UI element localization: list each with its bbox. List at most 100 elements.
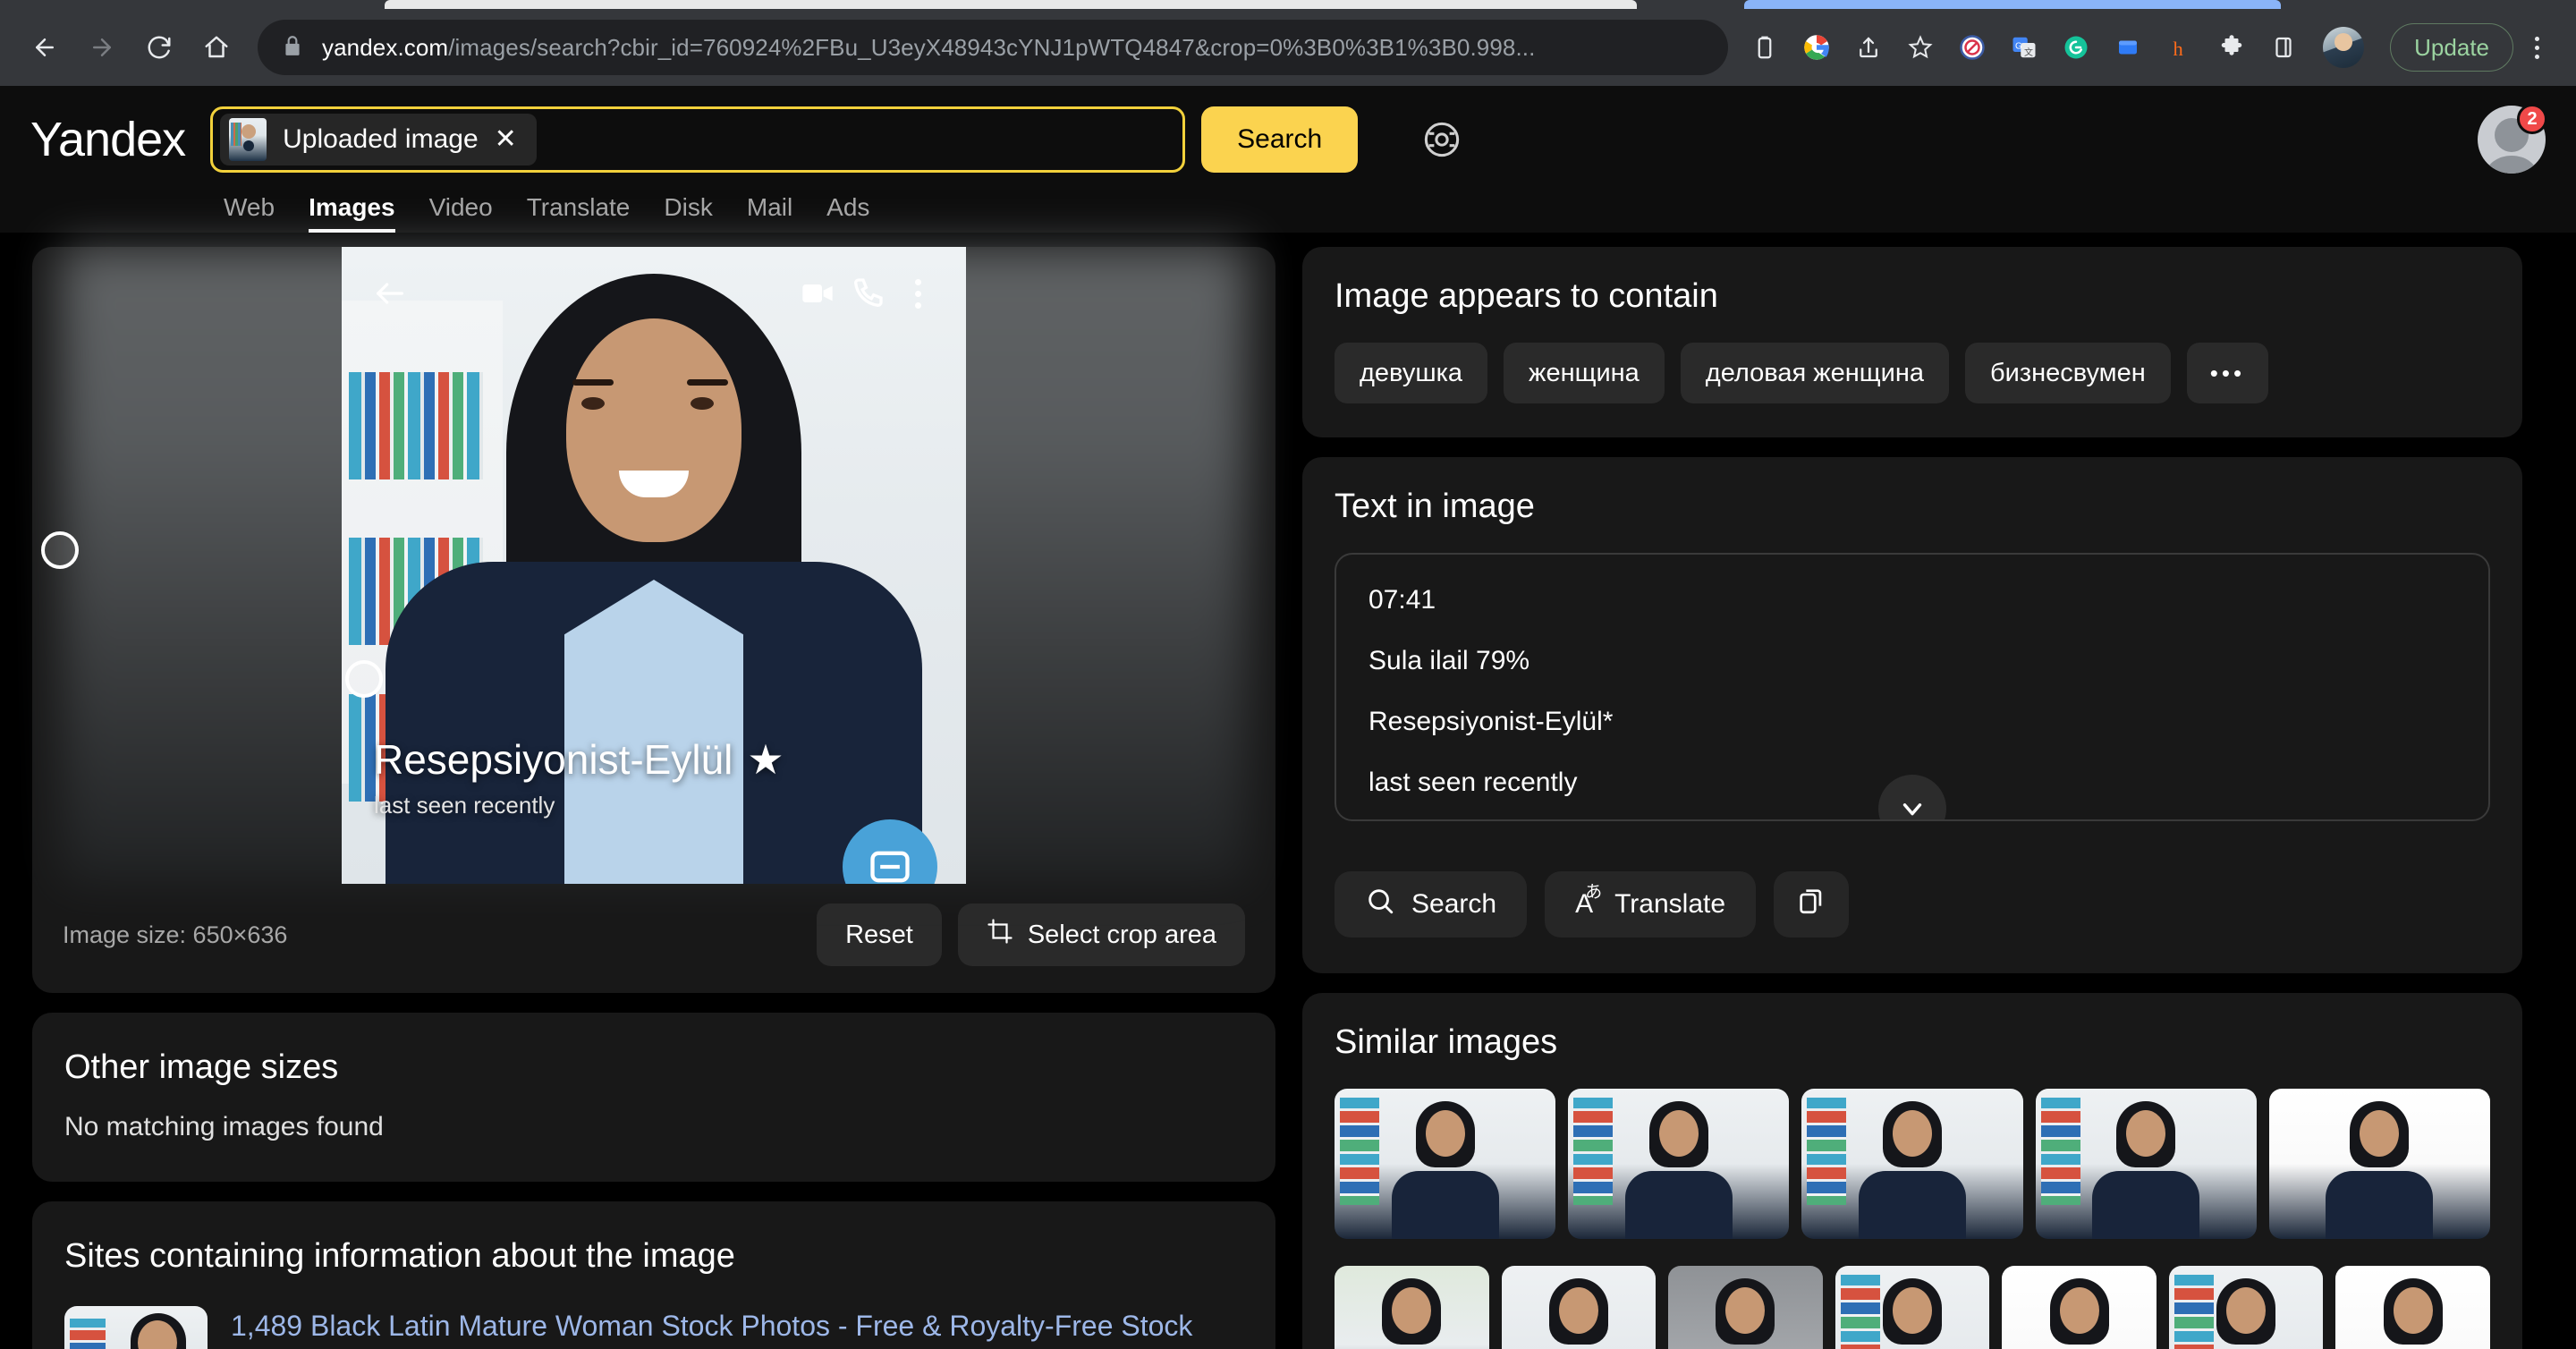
- crop-icon: [987, 918, 1013, 952]
- yandex-nav-tabs: Web Images Video Translate Disk Mail Ads: [0, 174, 2576, 233]
- right-column: Image appears to contain девушка женщина…: [1302, 247, 2522, 1349]
- list-item[interactable]: 800×533 1,489 Black Latin Mature Woman S…: [64, 1306, 1243, 1349]
- forward-button[interactable]: [77, 22, 127, 72]
- search-text-button[interactable]: Search: [1335, 871, 1528, 938]
- yandex-account-button[interactable]: 2: [2478, 104, 2547, 174]
- star-icon: ★: [747, 736, 784, 783]
- tab-ads[interactable]: Ads: [826, 193, 869, 233]
- tab-strip[interactable]: [0, 0, 2576, 9]
- similar-images-title: Similar images: [1335, 1023, 1558, 1061]
- tab-web[interactable]: Web: [224, 193, 275, 233]
- translate-icon: Aあ: [1575, 883, 1603, 919]
- image-size-label: Image size: 650×636: [63, 921, 288, 948]
- share-icon[interactable]: [1844, 23, 1893, 72]
- tag-delovaya-zhenshchina[interactable]: деловая женщина: [1680, 343, 1949, 403]
- text-in-image-title: Text in image: [1335, 488, 1535, 525]
- honey-icon[interactable]: h: [2156, 23, 2204, 72]
- url-path: /images/search?cbir_id=760924%2FBu_U3eyX…: [448, 33, 1536, 61]
- contact-name: Resepsiyonist-Eylül ★: [374, 735, 784, 784]
- tab-mail[interactable]: Mail: [747, 193, 792, 233]
- blue-square-extension-icon[interactable]: [2104, 23, 2152, 72]
- search-input[interactable]: Uploaded image ✕: [210, 106, 1186, 173]
- browser-chrome: yandex.com/images/search?cbir_id=760924%…: [0, 0, 2576, 86]
- site-title-link[interactable]: 1,489 Black Latin Mature Woman Stock Pho…: [231, 1306, 1243, 1349]
- google-translate-icon[interactable]: G文: [2000, 23, 2048, 72]
- search-button[interactable]: Search: [1201, 106, 1359, 173]
- tab-translate[interactable]: Translate: [527, 193, 631, 233]
- phone-call-icon[interactable]: [843, 268, 893, 318]
- uploaded-image[interactable]: Resepsiyonist-Eylül ★ last seen recently: [342, 247, 966, 884]
- similar-image-thumb[interactable]: [2035, 1089, 2257, 1239]
- adblock-icon[interactable]: [1948, 23, 1996, 72]
- tab-images[interactable]: Images: [309, 193, 395, 233]
- tab-disk[interactable]: Disk: [664, 193, 712, 233]
- site-thumbnail[interactable]: 800×533: [64, 1306, 208, 1349]
- reload-button[interactable]: [134, 22, 184, 72]
- select-crop-area-button[interactable]: Select crop area: [957, 904, 1245, 966]
- similar-image-thumb[interactable]: [1568, 1089, 1790, 1239]
- text-in-image-box[interactable]: 07:41 Sula ilail 79% Resepsiyonist-Eylül…: [1335, 553, 2490, 821]
- contact-status: last seen recently: [374, 792, 555, 819]
- video-camera-icon[interactable]: [792, 268, 843, 318]
- similar-images-row-2: alamy: [1335, 1266, 2491, 1349]
- toolbar-icons: G文 h Update: [1741, 15, 2556, 80]
- camera-search-icon[interactable]: [1413, 111, 1470, 168]
- profile-avatar-button[interactable]: [2311, 15, 2376, 80]
- similar-image-thumb[interactable]: [1801, 1089, 2023, 1239]
- crop-handle-left[interactable]: [41, 531, 79, 569]
- subject-face: [566, 318, 741, 542]
- side-panel-icon[interactable]: [2259, 23, 2308, 72]
- similar-image-thumb[interactable]: [1335, 1089, 1556, 1239]
- copy-text-button[interactable]: [1774, 871, 1850, 938]
- similar-image-thumb[interactable]: [2335, 1266, 2491, 1349]
- yandex-logo[interactable]: Yandex: [30, 112, 186, 167]
- update-label: Update: [2414, 33, 2489, 61]
- puzzle-extensions-icon[interactable]: [2207, 23, 2256, 72]
- tab-video[interactable]: Video: [429, 193, 493, 233]
- update-button[interactable]: Update: [2390, 23, 2513, 72]
- text-line-time: 07:41: [1368, 585, 1436, 615]
- tag-devushka[interactable]: девушка: [1335, 343, 1488, 403]
- image-preview-card: Resepsiyonist-Eylül ★ last seen recently…: [32, 247, 1275, 993]
- similar-image-thumb[interactable]: alamy: [2168, 1266, 2324, 1349]
- crop-handle-center[interactable]: [345, 660, 383, 698]
- subject-shirt: [564, 580, 743, 884]
- reset-button[interactable]: Reset: [817, 904, 942, 966]
- bookmark-star-icon[interactable]: [1896, 23, 1945, 72]
- similar-image-thumb[interactable]: [1335, 1266, 1489, 1349]
- uploaded-image-thumbnail: [229, 118, 267, 161]
- tag-zhenshchina[interactable]: женщина: [1504, 343, 1665, 403]
- url-text: yandex.com/images/search?cbir_id=760924%…: [322, 34, 1535, 62]
- more-tags-button[interactable]: •••: [2186, 343, 2269, 403]
- back-button[interactable]: [20, 22, 70, 72]
- address-bar[interactable]: yandex.com/images/search?cbir_id=760924%…: [258, 20, 1729, 75]
- similar-image-thumb[interactable]: [2268, 1089, 2491, 1239]
- uploaded-image-label: Uploaded image: [283, 124, 479, 154]
- translate-text-button[interactable]: Aあ Translate: [1545, 871, 1757, 938]
- search-button-label: Search: [1237, 124, 1323, 154]
- uploaded-image-chip[interactable]: Uploaded image ✕: [220, 114, 537, 165]
- browser-tab-secondary[interactable]: [1744, 0, 2281, 9]
- avatar: [2323, 27, 2365, 68]
- grammarly-icon[interactable]: [2052, 23, 2100, 72]
- similar-image-thumb[interactable]: [2002, 1266, 2157, 1349]
- contains-title: Image appears to contain: [1335, 277, 1718, 315]
- image-preview-stage[interactable]: Resepsiyonist-Eylül ★ last seen recently: [41, 247, 1247, 884]
- close-icon[interactable]: ✕: [495, 126, 517, 153]
- home-button[interactable]: [191, 22, 242, 72]
- similar-image-thumb[interactable]: [1668, 1266, 1823, 1349]
- text-in-image-card: Text in image 07:41 Sula ilail 79% Resep…: [1302, 457, 2522, 973]
- similar-image-thumb[interactable]: [1835, 1266, 1990, 1349]
- overflow-menu-icon[interactable]: [893, 278, 943, 309]
- google-icon[interactable]: [1792, 23, 1841, 72]
- chrome-menu-button[interactable]: [2517, 23, 2556, 72]
- other-sizes-empty-text: No matching images found: [64, 1112, 384, 1141]
- browser-tab-active[interactable]: [385, 0, 1637, 9]
- tag-biznesvumen[interactable]: бизнесвумен: [1964, 343, 2171, 403]
- crop-label: Select crop area: [1027, 920, 1216, 949]
- back-arrow-icon[interactable]: [365, 268, 415, 318]
- clipboard-icon[interactable]: [1741, 23, 1789, 72]
- svg-text:文: 文: [2024, 47, 2033, 58]
- similar-image-thumb[interactable]: [1501, 1266, 1657, 1349]
- sites-title: Sites containing information about the i…: [64, 1237, 735, 1275]
